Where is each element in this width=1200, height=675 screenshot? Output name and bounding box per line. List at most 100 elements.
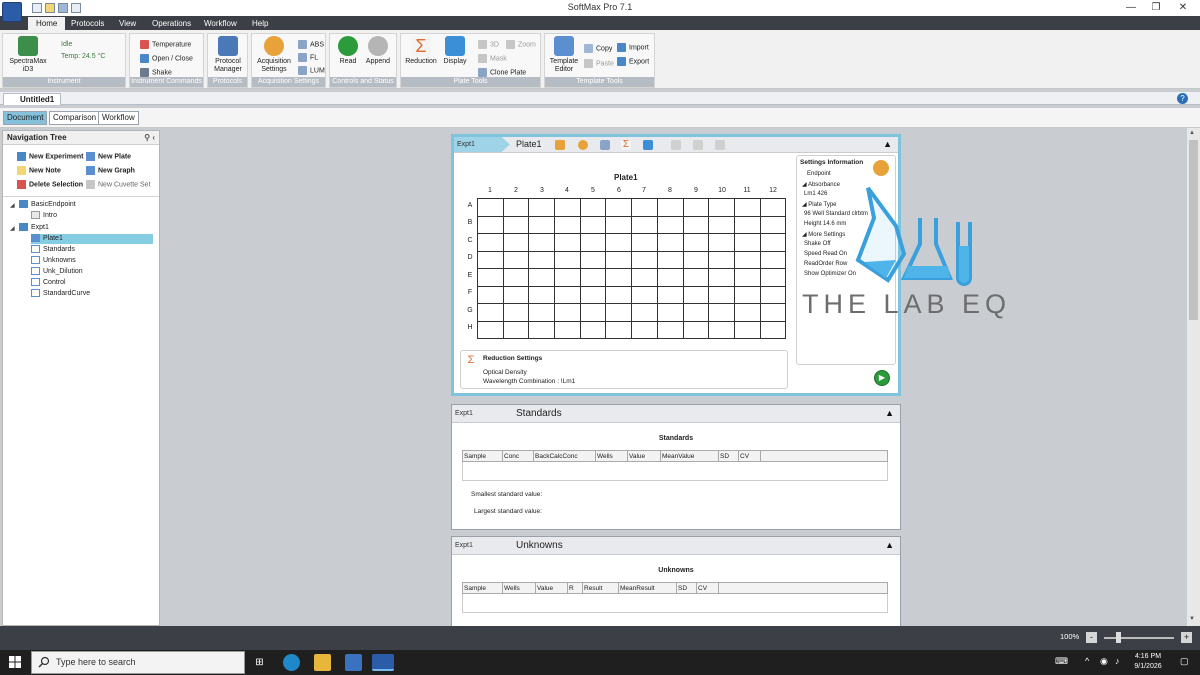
plate-well[interactable] <box>579 233 607 252</box>
plate-well[interactable] <box>579 215 607 234</box>
scroll-down-icon[interactable]: ▼ <box>1189 616 1195 622</box>
plate-well[interactable] <box>631 285 658 304</box>
softmax-app-icon[interactable] <box>2 2 22 22</box>
plate-well[interactable] <box>733 198 761 217</box>
plate-well[interactable] <box>759 233 787 252</box>
plate-well[interactable] <box>759 268 787 287</box>
plate-well[interactable] <box>579 250 607 269</box>
plate-well[interactable] <box>477 320 504 339</box>
zoom-out-button[interactable]: - <box>1086 632 1097 643</box>
column-header[interactable]: Wells <box>502 582 536 594</box>
plate-well[interactable] <box>605 250 633 269</box>
monitor-icon[interactable] <box>643 140 653 150</box>
tab-comparison[interactable]: Comparison <box>49 111 101 125</box>
plate-well[interactable] <box>477 250 504 269</box>
reduction-button[interactable]: Σ Reduction <box>403 36 439 66</box>
plate-well[interactable] <box>682 320 710 339</box>
lum-button[interactable]: LUM <box>298 66 325 76</box>
plate-well[interactable] <box>682 268 710 287</box>
plate-well[interactable] <box>708 268 735 287</box>
tab-document[interactable]: Document <box>3 111 48 125</box>
plate-well[interactable] <box>708 303 735 322</box>
plate-well[interactable] <box>631 215 658 234</box>
plate-well[interactable] <box>502 250 530 269</box>
plate-well[interactable] <box>502 198 530 217</box>
taskbar-search[interactable]: Type here to search <box>31 651 245 674</box>
plate-well[interactable] <box>631 233 658 252</box>
plate-well[interactable] <box>631 268 658 287</box>
plate-well[interactable] <box>605 233 633 252</box>
plate-well[interactable] <box>682 303 710 322</box>
plate-well[interactable] <box>502 303 530 322</box>
plate-well[interactable] <box>656 215 684 234</box>
paste-button[interactable]: Paste <box>584 59 614 69</box>
plate-well[interactable] <box>759 198 787 217</box>
plate-well[interactable] <box>605 303 633 322</box>
keyboard-icon[interactable]: ⌨ <box>1055 656 1068 667</box>
column-header[interactable]: R <box>567 582 583 594</box>
plate-well[interactable] <box>528 320 556 339</box>
plate-well[interactable] <box>631 303 658 322</box>
plate-well[interactable] <box>528 285 556 304</box>
tree-group-standards[interactable]: Standards <box>31 245 75 255</box>
tab-protocols[interactable]: Protocols <box>63 17 112 30</box>
plate-well[interactable] <box>502 233 530 252</box>
plate-well[interactable] <box>528 250 556 269</box>
plate-well[interactable] <box>528 233 556 252</box>
zoom-slider-track[interactable] <box>1104 637 1174 639</box>
mask-icon[interactable] <box>715 140 725 150</box>
experiment-tab[interactable]: Expt1 <box>452 537 508 554</box>
nav-tools[interactable]: ⚲ ‹ <box>144 131 155 145</box>
plate-well[interactable] <box>477 198 504 217</box>
sigma-icon[interactable]: Σ <box>465 354 477 366</box>
tab-view[interactable]: View <box>111 17 144 30</box>
plate-well[interactable] <box>554 198 581 217</box>
plate-well[interactable] <box>502 268 530 287</box>
plate-well[interactable] <box>656 285 684 304</box>
plate-well[interactable] <box>528 215 556 234</box>
zoom-slider-handle[interactable] <box>1116 632 1121 643</box>
3d-button[interactable]: 3D <box>478 40 499 50</box>
plate-view-icon[interactable] <box>600 140 610 150</box>
plate-well[interactable] <box>656 303 684 322</box>
plate-well[interactable] <box>733 250 761 269</box>
plate-well[interactable] <box>682 215 710 234</box>
tab-workflow-view[interactable]: Workflow <box>98 111 139 125</box>
column-header[interactable]: MeanResult <box>618 582 677 594</box>
store-icon[interactable] <box>345 654 362 671</box>
mask-button[interactable]: Mask <box>478 54 507 64</box>
volume-icon[interactable]: ♪ <box>1115 656 1120 666</box>
column-header[interactable]: Result <box>582 582 619 594</box>
tab-workflow[interactable]: Workflow <box>196 17 245 30</box>
plate-well[interactable] <box>708 233 735 252</box>
plate-well[interactable] <box>759 320 787 339</box>
plate-well[interactable] <box>656 320 684 339</box>
windows-start-icon[interactable] <box>9 656 21 668</box>
restore-button[interactable]: ❐ <box>1141 1 1171 15</box>
wand-icon[interactable] <box>555 140 565 150</box>
column-header[interactable]: BackCalcConc <box>533 450 596 462</box>
acquisition-settings-button[interactable]: Acquisition Settings <box>254 36 294 74</box>
collapse-icon[interactable]: ▲ <box>885 405 894 422</box>
plate-well[interactable] <box>733 215 761 234</box>
network-icon[interactable]: ◉ <box>1100 656 1108 667</box>
plate-well[interactable] <box>554 215 581 234</box>
plate-well[interactable] <box>477 268 504 287</box>
open-close-button[interactable]: Open / Close <box>140 54 193 64</box>
column-header[interactable]: CV <box>738 450 761 462</box>
zoom-button[interactable]: Zoom <box>506 40 536 50</box>
plate-well[interactable] <box>631 198 658 217</box>
tree-experiment-basicendpoint[interactable]: BasicEndpoint <box>19 200 76 210</box>
plate-well[interactable] <box>708 285 735 304</box>
column-header[interactable]: SD <box>676 582 697 594</box>
plate-well[interactable] <box>605 215 633 234</box>
tab-help[interactable]: Help <box>244 17 276 30</box>
plate-well[interactable] <box>579 320 607 339</box>
expand-toggle-basicendpoint[interactable]: ◢ <box>10 202 15 209</box>
plate-well[interactable] <box>631 320 658 339</box>
plate-well[interactable] <box>759 250 787 269</box>
plate-well[interactable] <box>733 320 761 339</box>
read-button[interactable]: Read <box>334 36 362 66</box>
zoom-in-button[interactable]: + <box>1181 632 1192 643</box>
delete-selection-button[interactable]: Delete Selection <box>17 180 83 190</box>
